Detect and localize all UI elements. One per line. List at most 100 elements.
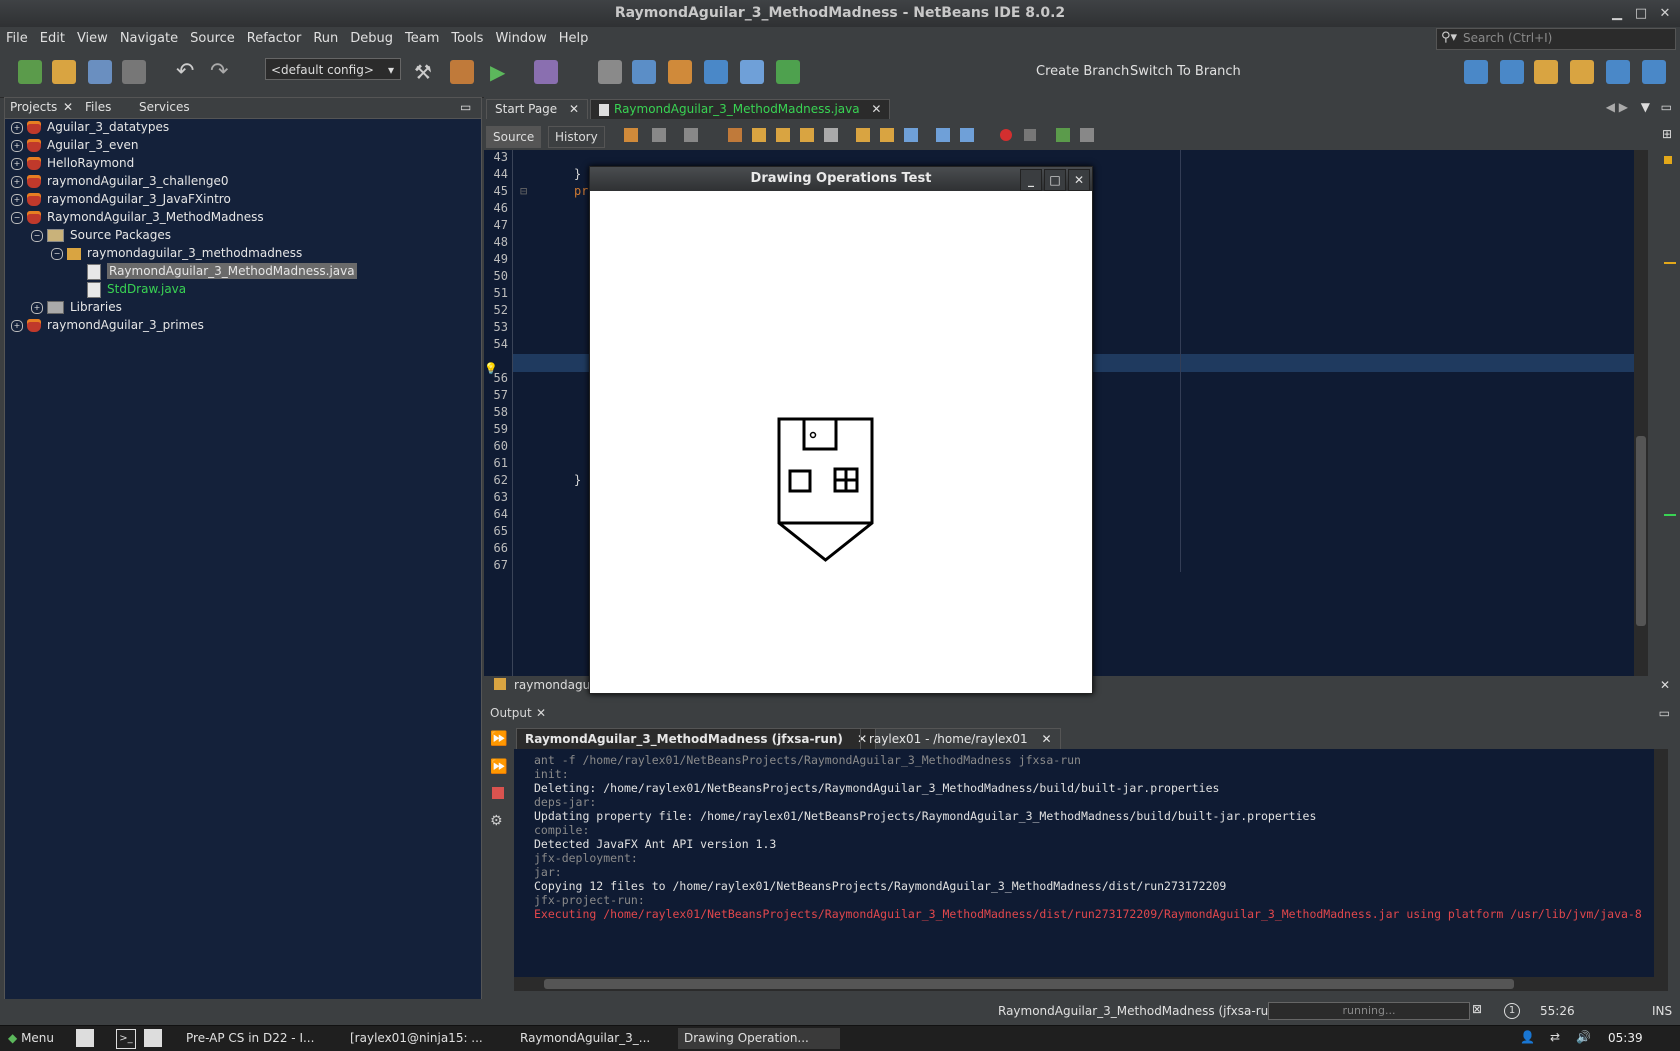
- open-project-icon[interactable]: [88, 60, 112, 84]
- output-title[interactable]: Output: [490, 706, 532, 720]
- tab-methodmadness-java[interactable]: RaymondAguilar_3_MethodMadness.java ✕: [590, 99, 891, 119]
- change-mark[interactable]: [1664, 514, 1676, 516]
- maximize-icon[interactable]: □: [1044, 169, 1066, 191]
- tree-item-source-packages[interactable]: − Source Packages: [31, 226, 171, 244]
- rerun-with-params-icon[interactable]: ⏩: [490, 759, 507, 775]
- git-settings-icon[interactable]: [1534, 60, 1558, 84]
- taskbar-terminal[interactable]: [raylex01@ninja15: ...: [344, 1028, 506, 1049]
- rerun-icon[interactable]: ⏩: [490, 731, 507, 747]
- forward-icon[interactable]: [684, 128, 698, 142]
- file-manager-launcher-icon[interactable]: [76, 1029, 94, 1047]
- tree-item-project[interactable]: + raymondAguilar_3_challenge0: [11, 172, 229, 190]
- inspect-icon[interactable]: [632, 60, 656, 84]
- uncomment-icon[interactable]: [1080, 128, 1094, 142]
- tab-services[interactable]: Services: [139, 100, 190, 114]
- clock[interactable]: 05:39: [1608, 1031, 1643, 1045]
- tab-files[interactable]: Files: [85, 100, 111, 114]
- tree-item-libraries[interactable]: + Libraries: [31, 298, 122, 316]
- menu-tools[interactable]: Tools: [445, 27, 489, 51]
- expand-icon[interactable]: +: [11, 319, 23, 332]
- expand-icon[interactable]: +: [31, 301, 43, 314]
- save-all-icon[interactable]: [122, 60, 146, 84]
- maximize-icon[interactable]: ▭: [1661, 100, 1672, 114]
- toggle-highlight-icon[interactable]: [800, 128, 814, 142]
- maximize-icon[interactable]: □: [1630, 0, 1652, 27]
- undo-icon[interactable]: ↶: [176, 60, 200, 84]
- scrollbar-thumb[interactable]: [1636, 436, 1646, 626]
- history-button[interactable]: History: [548, 126, 605, 148]
- output-hscrollbar[interactable]: [514, 977, 1654, 991]
- close-icon[interactable]: ✕: [1660, 678, 1670, 692]
- menu-window[interactable]: Window: [489, 27, 552, 51]
- git-diff-icon[interactable]: [776, 60, 800, 84]
- git-merge-icon[interactable]: [1570, 60, 1594, 84]
- expand-icon[interactable]: +: [11, 157, 23, 170]
- taskbar-netbeans[interactable]: RaymondAguilar_3_...: [514, 1028, 676, 1049]
- git-remote-icon[interactable]: [1642, 60, 1666, 84]
- find-icon[interactable]: [728, 128, 742, 142]
- close-icon[interactable]: ✕: [536, 706, 546, 720]
- close-icon[interactable]: ✕: [569, 102, 579, 116]
- run-icon[interactable]: ▶: [490, 60, 514, 84]
- notifications-icon[interactable]: 1: [1504, 1003, 1520, 1019]
- settings-icon[interactable]: ⚙: [490, 813, 503, 829]
- fold-icon[interactable]: ⊟: [520, 184, 527, 198]
- menu-source[interactable]: Source: [184, 27, 241, 51]
- start-menu-button[interactable]: ◆ Menu: [2, 1028, 60, 1049]
- close-icon[interactable]: ✕: [1068, 169, 1090, 191]
- shift-right-icon[interactable]: [960, 128, 974, 142]
- menu-navigate[interactable]: Navigate: [114, 27, 184, 51]
- tree-item-project[interactable]: + raymondAguilar_3_JavaFXintro: [11, 190, 231, 208]
- toggle-bookmark-icon[interactable]: [904, 128, 918, 142]
- cancel-task-icon[interactable]: ⊠: [1472, 1002, 1482, 1016]
- collapse-icon[interactable]: −: [51, 247, 63, 260]
- close-icon[interactable]: ✕: [1654, 0, 1676, 27]
- debug-icon[interactable]: [534, 60, 558, 84]
- editor-scrollbar[interactable]: [1634, 150, 1648, 676]
- git-pull-icon[interactable]: [1500, 60, 1524, 84]
- git-push-icon[interactable]: [1606, 60, 1630, 84]
- tab-terminal[interactable]: raylex01 - /home/raylex01 ✕: [860, 728, 1061, 750]
- warning-mark[interactable]: [1664, 262, 1676, 264]
- stop-icon[interactable]: [492, 787, 504, 799]
- tabs-dropdown-icon[interactable]: ▼: [1641, 100, 1650, 114]
- stop-macro-icon[interactable]: [1024, 129, 1036, 141]
- stop-icon[interactable]: [598, 60, 622, 84]
- expand-icon[interactable]: +: [11, 139, 23, 152]
- build-icon[interactable]: ⚒: [414, 60, 438, 84]
- expand-icon[interactable]: +: [11, 121, 23, 134]
- shift-left-icon[interactable]: [936, 128, 950, 142]
- menu-file[interactable]: File: [0, 27, 34, 51]
- output-vscrollbar[interactable]: [1654, 749, 1668, 991]
- tree-item-project[interactable]: + Aguilar_3_datatypes: [11, 118, 169, 136]
- output-console[interactable]: ant -f /home/raylex01/NetBeansProjects/R…: [514, 749, 1654, 977]
- navigator-label[interactable]: raymondagui: [514, 678, 594, 692]
- tree-item-file-selected[interactable]: RaymondAguilar_3_MethodMadness.java: [87, 262, 357, 280]
- terminal-launcher-icon[interactable]: >_: [116, 1029, 136, 1049]
- clean-build-icon[interactable]: [450, 60, 474, 84]
- search-input[interactable]: ⚲▾ Search (Ctrl+I): [1436, 28, 1676, 50]
- source-button[interactable]: Source: [486, 126, 542, 148]
- folder-launcher-icon[interactable]: [144, 1029, 162, 1047]
- scroll-tabs-left-icon[interactable]: ◀ ▶: [1606, 100, 1628, 114]
- menu-view[interactable]: View: [71, 27, 114, 51]
- tree-item-project[interactable]: + HelloRaymond: [11, 154, 134, 172]
- tab-projects[interactable]: Projects: [10, 100, 57, 114]
- network-icon[interactable]: ⇄: [1550, 1030, 1560, 1044]
- tree-item-file[interactable]: StdDraw.java: [87, 280, 186, 298]
- volume-icon[interactable]: 🔊: [1576, 1030, 1591, 1044]
- tree-item-project[interactable]: + raymondAguilar_3_primes: [11, 316, 204, 334]
- switch-branch-button[interactable]: Switch To Branch: [1130, 64, 1241, 79]
- prev-bookmark-icon[interactable]: [856, 128, 870, 142]
- expand-icon[interactable]: +: [11, 175, 23, 188]
- minimize-icon[interactable]: ▁: [1606, 0, 1628, 27]
- tree-item-project[interactable]: + Aguilar_3_even: [11, 136, 139, 154]
- scrollbar-thumb[interactable]: [544, 979, 1514, 989]
- comment-icon[interactable]: [1056, 128, 1070, 142]
- collapse-icon[interactable]: −: [31, 229, 43, 242]
- git-fetch-icon[interactable]: [1464, 60, 1488, 84]
- rect-select-icon[interactable]: [824, 128, 838, 142]
- git-repo-icon[interactable]: [704, 60, 728, 84]
- record-macro-icon[interactable]: [1000, 129, 1012, 141]
- expand-icon[interactable]: +: [11, 193, 23, 206]
